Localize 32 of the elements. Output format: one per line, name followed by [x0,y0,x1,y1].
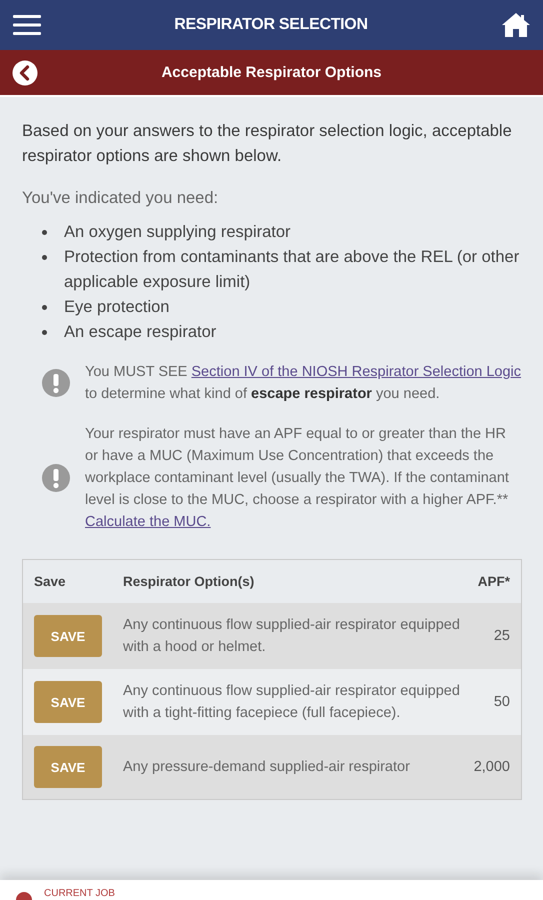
column-header: Save [34,574,67,589]
needs-label: You've indicated you need: [22,189,220,208]
bullet-icon [42,330,47,335]
back-icon[interactable] [12,60,38,86]
bullet-icon [42,305,47,310]
need-item: Eye protection [64,297,170,318]
current-job-label[interactable]: CURRENT JOB [44,887,115,900]
apf-cell-text: 50 [492,693,510,712]
intro-text: Based on your answers to the respirator selection logic, acceptable respirator options are shown below. [22,121,513,167]
option-cell-text: Any continuous flow supplied-air respirator equipped with a hood or helmet. [123,616,460,657]
apf-cell-text: 25 [492,627,510,646]
link[interactable]: Calculate the MUC. [85,514,211,530]
home-icon[interactable] [501,12,531,38]
bullet-icon [42,255,47,260]
apf-cell-text: 2,000 [472,758,510,777]
column-header: Respirator Option(s) [123,574,256,589]
need-item: Protection from contaminants that are above the REL (or other applicable exposure limit) [64,247,520,293]
need-item: An oxygen supplying respirator [64,222,291,243]
note-text: Your respirator must have an APF equal to or greater than the HR or have a MUC (Maximum Use Concentration) that exceeds the workplace contaminant level (usually the TWA). If the contaminant level is close to the MUC, choose a respirator with a higher APF.** Calculate the MUC. [85,425,510,532]
page-title: Acceptable Respirator Options [160,64,383,81]
job-icon[interactable] [14,890,34,900]
column-header: APF* [476,574,510,589]
exclamation-icon [42,464,70,492]
exclamation-icon [42,369,70,397]
bullet-icon [42,230,47,235]
menu-icon[interactable] [13,15,41,35]
note-text: You MUST SEE Section IV of the NIOSH Respirator Selection Logic to determine what kind of escape respirator you need. [85,363,522,404]
app-title: RESPIRATOR SELECTION [173,16,369,34]
option-cell-text: Any pressure-demand supplied-air respirator [123,758,411,777]
option-cell-text: Any continuous flow supplied-air respirator equipped with a tight-fitting facepiece (full facepiece). [123,682,460,723]
need-item: An escape respirator [64,322,216,343]
link[interactable]: Section IV of the NIOSH Respirator Selection Logic [191,364,522,380]
